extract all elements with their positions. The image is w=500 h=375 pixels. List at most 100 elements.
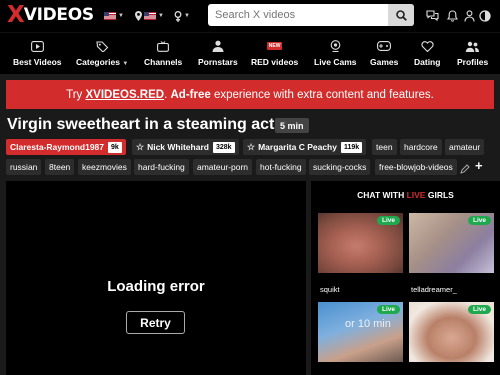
tag-link[interactable]: 8teen bbox=[45, 159, 75, 175]
nav-red-videos[interactable]: NEW RED videos bbox=[251, 39, 298, 67]
nav-pornstars[interactable]: Pornstars bbox=[198, 39, 238, 67]
nav-profiles[interactable]: Profiles bbox=[457, 39, 488, 67]
language-selector[interactable]: ▼ bbox=[104, 9, 124, 23]
cam-overlay-text: or 10 min bbox=[345, 318, 391, 330]
retry-button[interactable]: Retry bbox=[126, 311, 185, 334]
webcam-icon bbox=[330, 40, 341, 52]
nav-label: RED videos bbox=[251, 57, 299, 67]
tag-link[interactable]: amateur-porn bbox=[193, 159, 253, 175]
nav-categories[interactable]: Categories ▼ bbox=[76, 39, 128, 67]
live-badge: Live bbox=[467, 216, 491, 225]
live-cam-thumbnail[interactable]: Live or 10 min bbox=[318, 302, 403, 362]
live-cam-thumbnail[interactable]: Live bbox=[409, 213, 494, 273]
star-person-icon bbox=[212, 40, 224, 52]
gamepad-icon bbox=[377, 41, 392, 51]
video-player[interactable]: Loading error Retry bbox=[6, 181, 306, 375]
nav-label: Profiles bbox=[457, 57, 489, 67]
promo-bold: Ad-free bbox=[170, 88, 211, 101]
pornstar-name: Margarita C Peachy bbox=[258, 142, 337, 152]
us-flag-icon bbox=[144, 12, 156, 20]
tag-link[interactable]: free-blowjob-videos bbox=[375, 159, 457, 175]
tag-link[interactable]: amateur bbox=[445, 139, 485, 155]
search-input[interactable] bbox=[208, 4, 388, 26]
star-icon: ☆ bbox=[247, 141, 256, 152]
edit-tags-button[interactable] bbox=[460, 161, 470, 179]
heart-icon bbox=[421, 40, 434, 52]
country-selector[interactable]: ▼ bbox=[135, 9, 164, 23]
tag-link[interactable]: hard-fucking bbox=[134, 159, 189, 175]
nav-label: Live Cams bbox=[314, 57, 357, 67]
pornstar-tag[interactable]: ☆ Nick Whitehard 328k bbox=[132, 139, 239, 155]
theme-toggle-button[interactable] bbox=[477, 8, 493, 24]
nav-games[interactable]: Games bbox=[370, 39, 398, 67]
tag-link[interactable]: russian bbox=[6, 159, 42, 175]
promo-prefix: Try bbox=[66, 88, 83, 101]
bell-icon bbox=[446, 10, 458, 22]
pornstar-tag[interactable]: ☆ Margarita C Peachy 119k bbox=[243, 139, 367, 155]
tag-link[interactable]: keezmovies bbox=[78, 159, 131, 175]
chat-bubbles-icon bbox=[425, 10, 439, 22]
user-icon bbox=[463, 10, 475, 22]
contrast-icon bbox=[479, 10, 491, 22]
star-icon: ☆ bbox=[136, 141, 145, 152]
nav-label: Dating bbox=[414, 57, 441, 67]
search-icon bbox=[395, 9, 407, 21]
live-cam-thumbnail[interactable]: Live bbox=[409, 302, 494, 362]
chevron-down-icon: ▼ bbox=[122, 61, 129, 67]
gender-selector[interactable]: ▼ bbox=[174, 9, 190, 23]
tag-link[interactable]: teen bbox=[372, 139, 397, 155]
cam-username[interactable]: telladreamer_ bbox=[411, 285, 457, 294]
notifications-button[interactable] bbox=[444, 8, 460, 24]
video-title: Virgin sweetheart in a steaming act bbox=[7, 116, 275, 133]
promo-link[interactable]: XVIDEOS.RED bbox=[85, 89, 164, 101]
female-symbol-icon bbox=[174, 10, 182, 22]
nav-label: Pornstars bbox=[198, 57, 238, 67]
search-button[interactable] bbox=[388, 4, 414, 26]
live-badge: Live bbox=[376, 305, 400, 314]
chat-button[interactable] bbox=[424, 8, 440, 24]
nav-dating[interactable]: Dating bbox=[414, 39, 440, 67]
nav-live-cams[interactable]: Live Cams bbox=[314, 39, 357, 67]
live-badge: Live bbox=[376, 216, 400, 225]
tv-icon bbox=[157, 40, 170, 52]
location-pin-icon bbox=[135, 11, 142, 21]
site-logo[interactable]: X VIDEOS bbox=[7, 2, 94, 28]
nav-label: Games bbox=[370, 57, 399, 67]
nav-label: Categories bbox=[76, 57, 120, 67]
duration-badge: 5 min bbox=[275, 118, 309, 133]
people-icon bbox=[465, 41, 480, 52]
pencil-icon bbox=[460, 164, 470, 174]
live-cams-heading: CHAT WITH LIVE GIRLS bbox=[357, 190, 454, 200]
tag-link[interactable]: hot-fucking bbox=[256, 159, 306, 175]
top-header: X VIDEOS ▼ ▼ ▼ bbox=[0, 0, 500, 32]
us-flag-icon bbox=[104, 12, 116, 20]
cam-username[interactable]: squikt bbox=[320, 285, 340, 294]
add-tag-button[interactable]: + bbox=[475, 158, 483, 173]
tags-icon bbox=[96, 40, 108, 52]
play-icon bbox=[30, 40, 44, 52]
nav-best-videos[interactable]: Best Videos bbox=[13, 39, 62, 67]
live-cams-panel: CHAT WITH LIVE GIRLS Live squikt Live te… bbox=[311, 181, 500, 375]
subscriber-count: 119k bbox=[340, 141, 363, 153]
premium-promo-banner[interactable]: Try XVIDEOS.RED. Ad-free experience with… bbox=[6, 80, 494, 109]
subscriber-count: 9k bbox=[108, 141, 122, 153]
uploader-tag[interactable]: Claresta-Raymond1987 9k bbox=[6, 139, 126, 155]
account-button[interactable] bbox=[461, 8, 477, 24]
live-badge: Live bbox=[467, 305, 491, 314]
nav-label: Best Videos bbox=[13, 57, 62, 67]
chevron-down-icon: ▼ bbox=[118, 13, 124, 19]
main-nav: Best Videos Categories ▼ Channels Pornst… bbox=[0, 32, 500, 74]
logo-text: VIDEOS bbox=[23, 5, 94, 25]
red-new-icon: NEW bbox=[266, 42, 283, 50]
tag-link[interactable]: hardcore bbox=[400, 139, 442, 155]
logo-x: X bbox=[7, 2, 25, 28]
chevron-down-icon: ▼ bbox=[184, 13, 190, 19]
nav-channels[interactable]: Channels bbox=[144, 39, 182, 67]
tag-link[interactable]: sucking-cocks bbox=[309, 159, 371, 175]
nav-label: Channels bbox=[144, 57, 183, 67]
subscriber-count: 328k bbox=[212, 141, 235, 153]
chevron-down-icon: ▼ bbox=[158, 13, 164, 19]
live-cam-thumbnail[interactable]: Live bbox=[318, 213, 403, 273]
uploader-name: Claresta-Raymond1987 bbox=[10, 142, 105, 152]
search-box bbox=[208, 4, 414, 26]
